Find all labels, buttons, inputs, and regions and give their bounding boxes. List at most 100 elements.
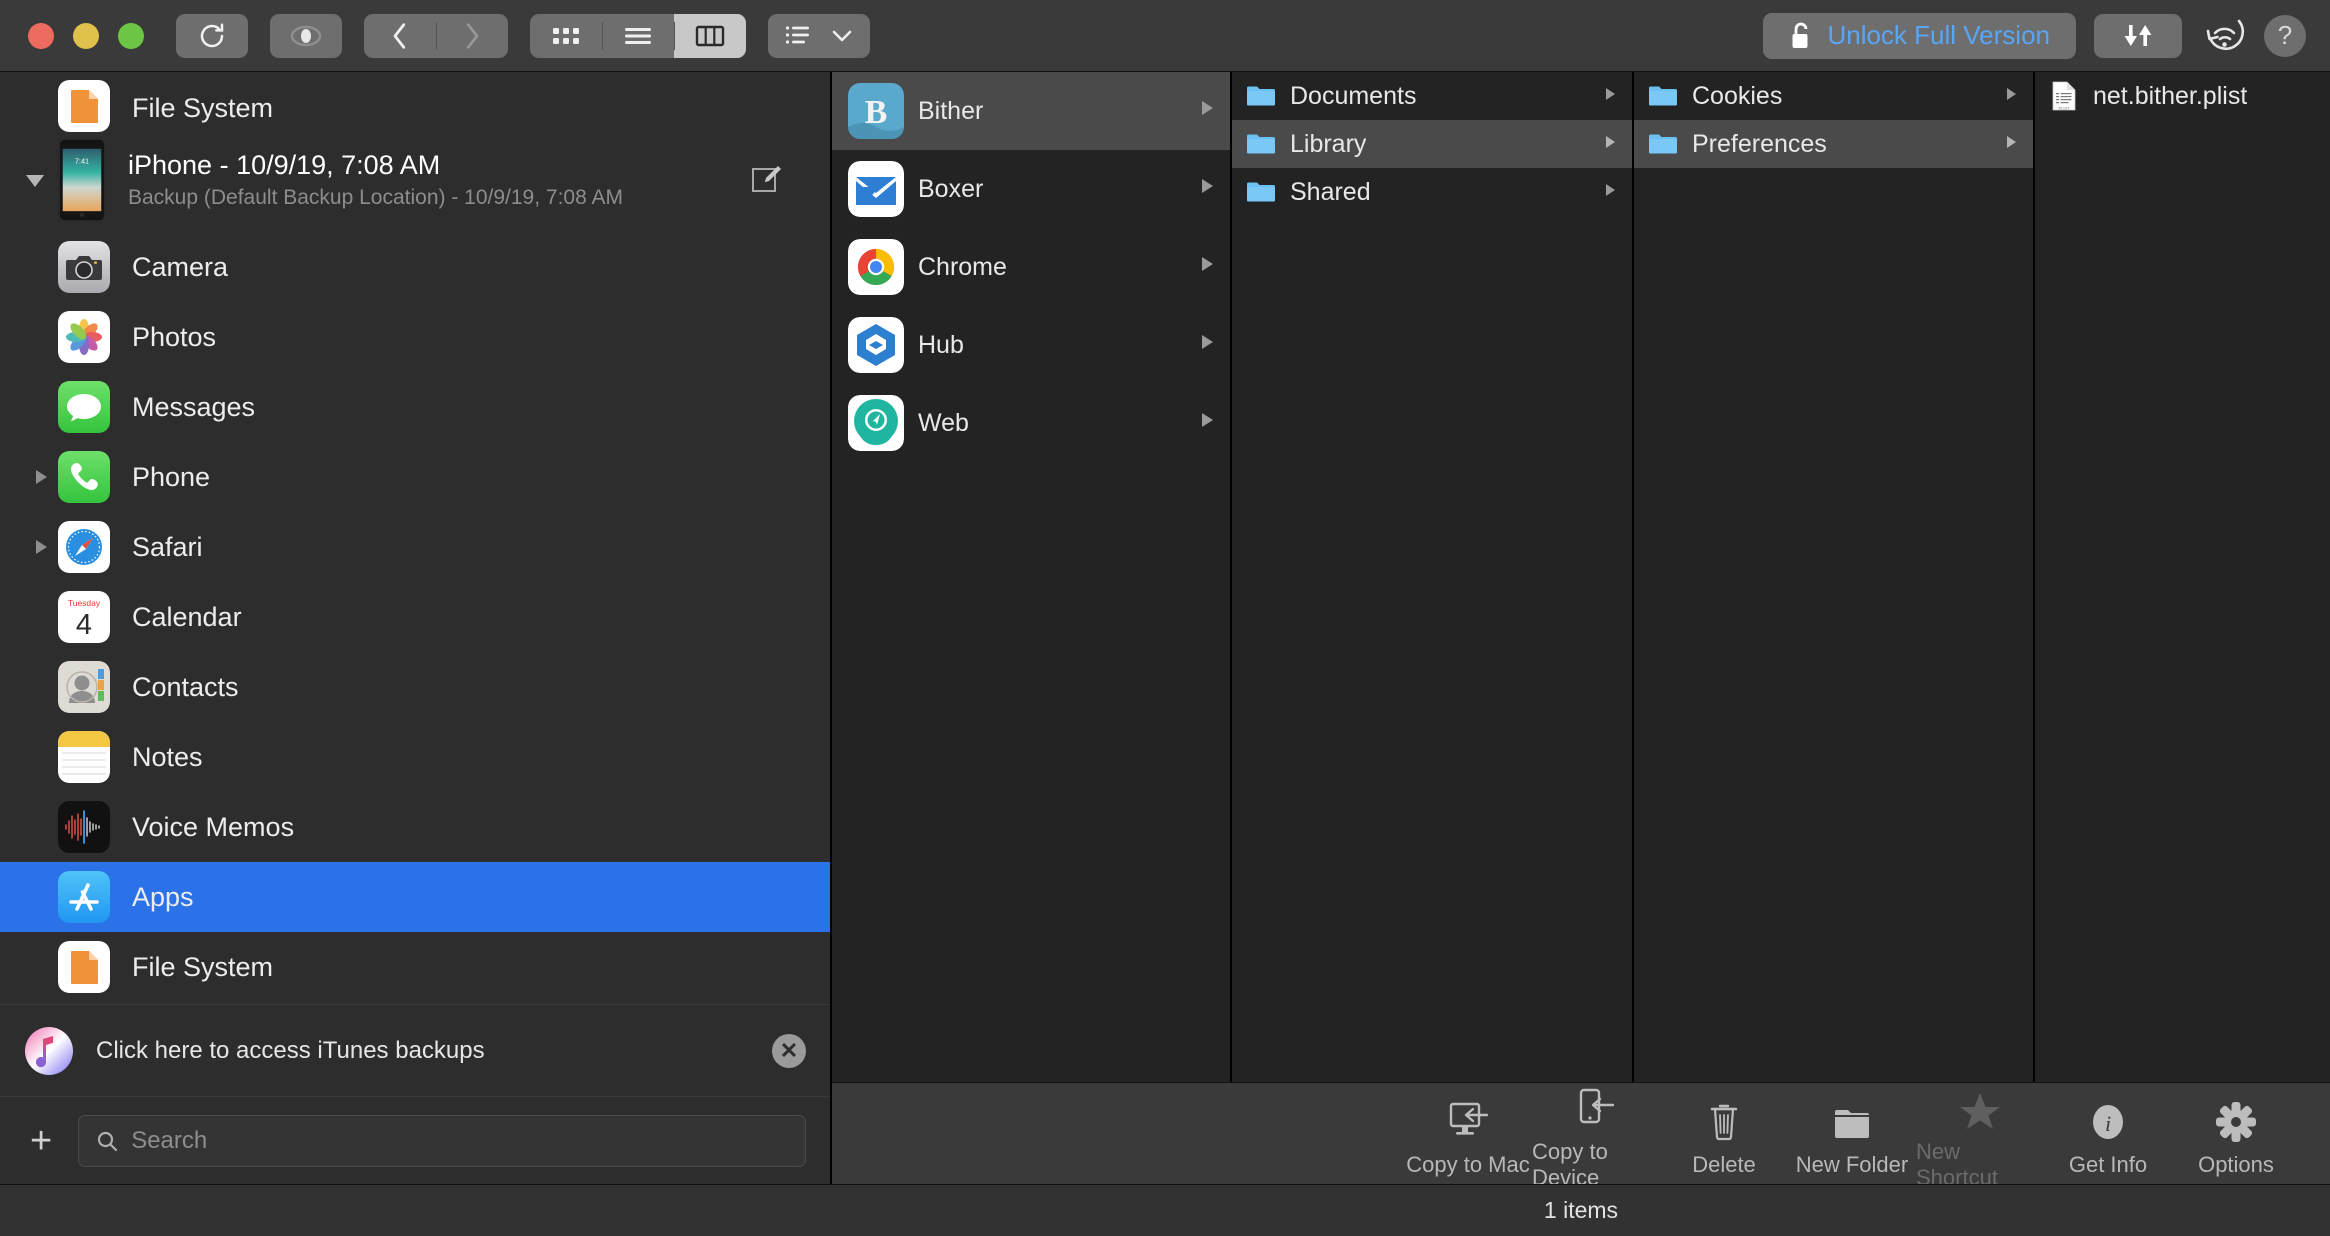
- plist-file-icon: PLIST: [2049, 81, 2079, 111]
- options-button[interactable]: Options: [2172, 1090, 2300, 1178]
- hub-glyph: [848, 317, 904, 373]
- column-row-cookies[interactable]: Cookies: [1634, 72, 2033, 120]
- main-content: B Bither Boxer Chrome Hub Web Documents …: [832, 72, 2330, 1190]
- sidebar-item-contacts[interactable]: Contacts: [0, 652, 830, 722]
- copy-to-mac-icon: [1445, 1096, 1491, 1144]
- column-row-label: Cookies: [1692, 81, 1783, 110]
- minimize-window-button[interactable]: [73, 22, 99, 49]
- sidebar-device-backup-row[interactable]: 7:41 iPhone - 10/9/19, 7:08 AM Backup (D…: [0, 128, 830, 232]
- sidebar-item-voice-memos[interactable]: Voice Memos: [0, 792, 830, 862]
- folder-glyph: [1649, 134, 1677, 154]
- sidebar-item-label: Phone: [132, 461, 211, 492]
- gear-icon: [2213, 1096, 2259, 1144]
- column-row-library[interactable]: Library: [1232, 120, 1632, 168]
- chevron-right-icon: [1198, 331, 1216, 360]
- disclosure-triangle-safari[interactable]: [24, 537, 58, 557]
- status-bar-center: 1 items: [832, 1197, 2330, 1224]
- column-row-chrome[interactable]: Chrome: [832, 228, 1230, 306]
- sidebar-item-apps[interactable]: Apps: [0, 862, 830, 932]
- sidebar-item-file-system[interactable]: File System: [0, 932, 830, 1002]
- folder-glyph: [1247, 86, 1275, 106]
- list-view-icon: [625, 27, 651, 44]
- unlock-full-version-button[interactable]: Unlock Full Version: [1763, 12, 2076, 59]
- zoom-window-button[interactable]: [118, 22, 144, 49]
- app-folders-column: Documents Library Shared: [1232, 72, 1634, 1082]
- sidebar-item-label: Contacts: [132, 671, 239, 702]
- folder-glyph: [1247, 182, 1275, 202]
- sidebar-item-file-system-top[interactable]: File System: [0, 72, 830, 132]
- sidebar-item-label: Notes: [132, 741, 203, 772]
- search-input[interactable]: [131, 1126, 789, 1155]
- itunes-backup-banner[interactable]: Click here to access iTunes backups ✕: [0, 1004, 830, 1096]
- column-row-hub[interactable]: Hub: [832, 306, 1230, 384]
- column-row-preferences[interactable]: Preferences: [1634, 120, 2033, 168]
- column-row-plist-file[interactable]: PLIST net.bither.plist: [2035, 72, 2330, 120]
- column-row-label: Bither: [918, 96, 984, 125]
- search-field-wrapper[interactable]: [78, 1114, 806, 1167]
- wifi-sync-button[interactable]: [2200, 11, 2246, 60]
- copy-to-mac-button[interactable]: Copy to Mac: [1404, 1090, 1532, 1178]
- delete-button[interactable]: Delete: [1660, 1090, 1788, 1178]
- rename-backup-button[interactable]: [750, 161, 784, 200]
- column-row-web[interactable]: Web: [832, 384, 1230, 462]
- calendar-weekday-text: Tuesday: [68, 598, 101, 608]
- chevron-right-icon: [1198, 97, 1216, 126]
- sidebar-item-label: Photos: [132, 321, 217, 352]
- close-window-button[interactable]: [28, 22, 54, 49]
- calendar-icon: Tuesday 4: [58, 591, 110, 643]
- action-label: Options: [2198, 1151, 2274, 1177]
- sidebar-item-messages[interactable]: Messages: [0, 372, 830, 442]
- sidebar-item-calendar[interactable]: Tuesday 4 Calendar: [0, 582, 830, 652]
- disclosure-triangle-phone[interactable]: [24, 467, 58, 487]
- view-column-button[interactable]: [674, 13, 746, 58]
- library-folders-column: Cookies Preferences: [1634, 72, 2035, 1082]
- chevron-right-icon: [2003, 130, 2019, 159]
- help-button[interactable]: ?: [2264, 14, 2306, 57]
- view-list-button[interactable]: [602, 14, 674, 58]
- messages-glyph: [58, 381, 110, 433]
- column-row-shared[interactable]: Shared: [1232, 168, 1632, 216]
- sidebar-item-notes[interactable]: Notes: [0, 722, 830, 792]
- preview-button[interactable]: [270, 13, 342, 58]
- folder-icon: [1648, 129, 1678, 159]
- refresh-icon: [200, 23, 224, 47]
- new-shortcut-button[interactable]: New Shortcut: [1916, 1077, 2044, 1191]
- sidebar-item-label: Apps: [132, 881, 194, 912]
- column-row-label: Web: [918, 408, 969, 437]
- forward-chevron-icon: [466, 22, 479, 49]
- column-row-label: Chrome: [918, 252, 1007, 281]
- column-row-boxer[interactable]: Boxer: [832, 150, 1230, 228]
- column-row-label: Shared: [1290, 177, 1371, 206]
- column-row-documents[interactable]: Documents: [1232, 72, 1632, 120]
- get-info-button[interactable]: i Get Info: [2044, 1090, 2172, 1178]
- calendar-glyph: Tuesday 4: [58, 591, 110, 643]
- preview-group: [270, 13, 342, 58]
- sidebar-item-label: File System: [132, 93, 274, 123]
- sidebar-item-photos[interactable]: Photos: [0, 302, 830, 372]
- voice-memos-icon: [58, 801, 110, 853]
- refresh-button[interactable]: [176, 13, 248, 58]
- add-button[interactable]: +: [24, 1122, 58, 1160]
- arrange-dropdown-button[interactable]: [768, 13, 870, 58]
- hub-icon: [848, 317, 904, 373]
- arrange-group: [768, 13, 870, 58]
- close-banner-button[interactable]: ✕: [772, 1033, 806, 1068]
- action-label: Copy to Device: [1532, 1138, 1608, 1190]
- sidebar-item-phone[interactable]: Phone: [0, 442, 830, 512]
- column-row-bither[interactable]: B Bither: [832, 72, 1230, 150]
- app-store-glyph: [58, 871, 110, 923]
- back-button[interactable]: [364, 14, 436, 58]
- search-icon: [98, 1131, 118, 1151]
- transfer-button[interactable]: [2094, 13, 2182, 58]
- new-folder-button[interactable]: New Folder: [1788, 1090, 1916, 1178]
- view-icon-button[interactable]: [530, 14, 602, 58]
- camera-icon: [58, 241, 110, 293]
- unlock-padlock-icon: [1792, 22, 1808, 48]
- plist-file-glyph: PLIST: [2052, 81, 2076, 111]
- forward-button[interactable]: [436, 14, 508, 58]
- device-disclosure-triangle[interactable]: [12, 170, 58, 190]
- sidebar-item-safari[interactable]: Safari: [0, 512, 830, 582]
- copy-to-device-button[interactable]: Copy to Device: [1532, 1077, 1660, 1191]
- sidebar-item-camera[interactable]: Camera: [0, 232, 830, 302]
- folder-glyph: [1247, 134, 1275, 154]
